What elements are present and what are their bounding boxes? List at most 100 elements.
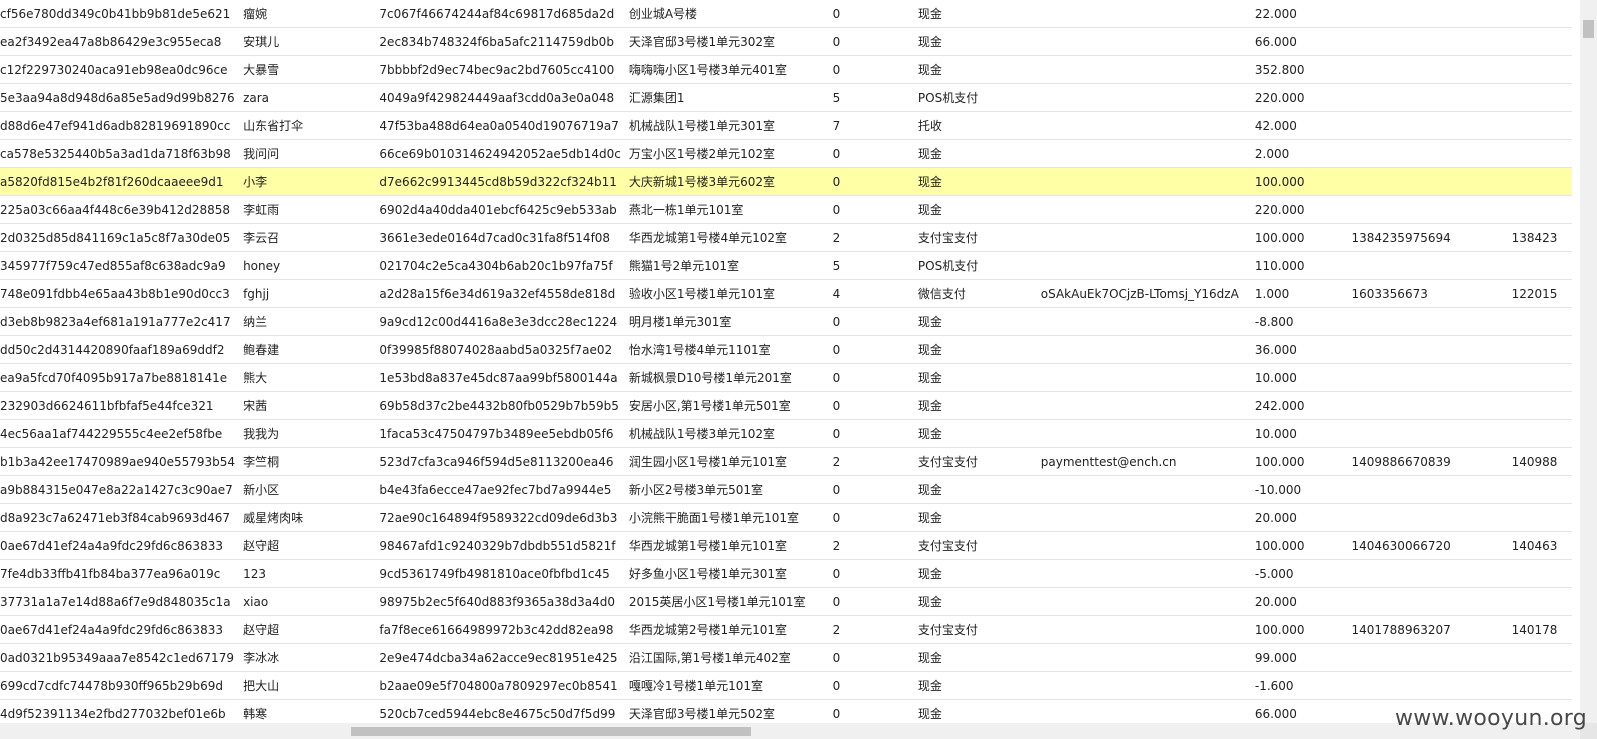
cell-id: 225a03c66aa4f448c6e39b412d28858	[0, 195, 236, 224]
table-row[interactable]: 748e091fdbb4e65aa43b8b1e90d0cc3 fghjj a2d2…	[0, 279, 1572, 308]
cell-flag: 0	[824, 643, 910, 672]
cell-flag: 7	[824, 111, 910, 140]
cell-flag: 5	[824, 251, 910, 280]
table-row[interactable]: 2d0325d85d841169c1a5c8f7a30de05 李云召 3661e3…	[0, 223, 1572, 252]
table-row[interactable]: b1b3a42ee17470989ae940e55793b54 李竺桐 523d7c…	[0, 447, 1572, 476]
table-row[interactable]: 0ae67d41ef24a4a9fdc29fd6c863833 赵守超 fa7f8e…	[0, 615, 1572, 644]
cell-id: b1b3a42ee17470989ae940e55793b54	[0, 447, 236, 476]
cell-name: xiao	[235, 587, 372, 616]
cell-payment: 现金	[909, 671, 1033, 700]
cell-token: 72ae90c164894f9589322cd09de6d3b3	[371, 503, 621, 532]
cell-id: a5820fd815e4b2f81f260dcaaeee9d1	[0, 167, 236, 196]
cell-flag: 0	[824, 167, 910, 196]
cell-id: 0ad0321b95349aaa7e8542c1ed67179	[0, 643, 236, 672]
table-row[interactable]: a5820fd815e4b2f81f260dcaaeee9d1 小李 d7e662c…	[0, 167, 1572, 196]
table-row[interactable]: d8a923c7a62471eb3f84cab9693d467 威星烤肉味 72ae…	[0, 503, 1572, 532]
cell-flag: 0	[824, 419, 910, 448]
horizontal-scrollbar-thumb[interactable]	[351, 727, 751, 736]
table-row[interactable]: c12f229730240aca91eb98ea0dc96ce 大暴雪 7bbbbf…	[0, 55, 1572, 84]
cell-address: 华西龙城第1号楼1单元101室	[620, 531, 825, 560]
cell-amount: 20.000	[1246, 503, 1344, 532]
cell-amount: 36.000	[1246, 335, 1344, 364]
cell-name: zara	[235, 83, 372, 112]
cell-amount: 242.000	[1246, 391, 1344, 420]
cell-payment: 现金	[909, 335, 1033, 364]
cell-address: 汇源集团1	[620, 83, 825, 112]
cell-address: 新城枫景D10号楼1单元201室	[620, 363, 825, 392]
table-row[interactable]: 0ae67d41ef24a4a9fdc29fd6c863833 赵守超 98467a…	[0, 531, 1572, 560]
cell-token: 9cd5361749fb4981810ace0fbfbd1c45	[371, 559, 621, 588]
cell-payment: 现金	[909, 587, 1033, 616]
cell-trade-no	[1343, 559, 1504, 588]
table-row[interactable]: 4ec56aa1af744229555c4ee2ef58fbe 我我为 1faca5…	[0, 419, 1572, 448]
cell-payment: 现金	[909, 643, 1033, 672]
cell-trade-no: 1401788963207	[1343, 615, 1504, 644]
cell-trade-no	[1343, 251, 1504, 280]
cell-name: 熊大	[235, 363, 372, 392]
cell-token: 2ec834b748324f6ba5afc2114759db0b	[371, 27, 621, 56]
cell-amount: 2.000	[1246, 139, 1344, 168]
cell-flag: 2	[824, 447, 910, 476]
cell-account	[1032, 55, 1247, 84]
cell-token: 2e9e474dcba34a62acce9ec81951e425	[371, 643, 621, 672]
cell-token: 47f53ba488d64ea0a0540d19076719a7	[371, 111, 621, 140]
cell-extra	[1503, 167, 1572, 196]
cell-token: 7c067f46674244af84c69817d685da2d	[371, 0, 621, 28]
table-row[interactable]: a9b884315e047e8a22a1427c3c90ae7 新小区 b4e43f…	[0, 475, 1572, 504]
cell-token: 021704c2e5ca4304b6ab20c1b97fa75f	[371, 251, 621, 280]
table-row[interactable]: 7fe4db33ffb41fb84ba377ea96a019c 123 9cd536…	[0, 559, 1572, 588]
cell-amount: 220.000	[1246, 195, 1344, 224]
cell-trade-no	[1343, 503, 1504, 532]
cell-trade-no: 1409886670839	[1343, 447, 1504, 476]
cell-account: paymenttest@ench.cn	[1032, 447, 1247, 476]
table-row[interactable]: 225a03c66aa4f448c6e39b412d28858 李虹雨 6902d4…	[0, 195, 1572, 224]
cell-flag: 5	[824, 83, 910, 112]
cell-address: 怡水湾1号楼4单元1101室	[620, 335, 825, 364]
cell-payment: POS机支付	[909, 83, 1033, 112]
cell-extra	[1503, 251, 1572, 280]
cell-name: 123	[235, 559, 372, 588]
cell-address: 天泽官邸3号楼1单元502室	[620, 699, 825, 723]
cell-account	[1032, 195, 1247, 224]
vertical-scrollbar-thumb[interactable]	[1583, 20, 1594, 38]
cell-id: c12f229730240aca91eb98ea0dc96ce	[0, 55, 236, 84]
cell-address: 华西龙城第2号楼1单元101室	[620, 615, 825, 644]
cell-name: 我我为	[235, 419, 372, 448]
cell-extra	[1503, 363, 1572, 392]
cell-flag: 0	[824, 307, 910, 336]
table-row[interactable]: 345977f759c47ed855af8c638adc9a9 honey 0217…	[0, 251, 1572, 280]
cell-token: 4049a9f429824449aaf3cdd0a3e0a048	[371, 83, 621, 112]
table-row[interactable]: 37731a1a7e14d88a6f7e9d848035c1a xiao 98975…	[0, 587, 1572, 616]
table-row[interactable]: 4d9f52391134e2fbd277032bef01e6b 韩寒 520cb7c…	[0, 699, 1572, 723]
vertical-scrollbar[interactable]	[1580, 0, 1597, 723]
cell-flag: 0	[824, 27, 910, 56]
cell-id: d8a923c7a62471eb3f84cab9693d467	[0, 503, 236, 532]
horizontal-scrollbar[interactable]	[0, 723, 1580, 739]
table-row[interactable]: 232903d6624611bfbfaf5e44fce321 宋茜 69b58d37…	[0, 391, 1572, 420]
cell-name: 李竺桐	[235, 447, 372, 476]
cell-token: 98467afd1c9240329b7dbdb551d5821f	[371, 531, 621, 560]
table-row[interactable]: d3eb8b9823a4ef681a191a777e2c417 纳兰 9a9cd12…	[0, 307, 1572, 336]
table-row[interactable]: cf56e780dd349c0b41bb9b81de5e621 瘤婉 7c067f4…	[0, 0, 1572, 28]
table-row[interactable]: 0ad0321b95349aaa7e8542c1ed67179 李冰冰 2e9e47…	[0, 643, 1572, 672]
cell-trade-no	[1343, 111, 1504, 140]
cell-trade-no: 1603356673	[1343, 279, 1504, 308]
cell-trade-no	[1343, 671, 1504, 700]
cell-account	[1032, 587, 1247, 616]
cell-name: honey	[235, 251, 372, 280]
table-row[interactable]: dd50c2d4314420890faaf189a69ddf2 鲍春建 0f3998…	[0, 335, 1572, 364]
table-row[interactable]: ea2f3492ea47a8b86429e3c955eca8 安琪儿 2ec834b…	[0, 27, 1572, 56]
cell-address: 好多鱼小区1号楼1单元301室	[620, 559, 825, 588]
table-row[interactable]: ca578e5325440b5a3ad1da718f63b98 我问问 66ce69…	[0, 139, 1572, 168]
cell-trade-no	[1343, 27, 1504, 56]
table-row[interactable]: 699cd7cdfc74478b930ff965b29b69d 把大山 b2aae0…	[0, 671, 1572, 700]
cell-amount: -5.000	[1246, 559, 1344, 588]
cell-address: 天泽官邸3号楼1单元302室	[620, 27, 825, 56]
cell-account	[1032, 251, 1247, 280]
table-row[interactable]: ea9a5fcd70f4095b917a7be8818141e 熊大 1e53bd8…	[0, 363, 1572, 392]
table-row[interactable]: d88d6e47ef941d6adb82819691890cc 山东省打伞 47f5…	[0, 111, 1572, 140]
table-row[interactable]: 5e3aa94a8d948d6a85e5ad9d99b8276 zara 4049a…	[0, 83, 1572, 112]
cell-address: 润生园小区1号楼1单元101室	[620, 447, 825, 476]
cell-name: 大暴雪	[235, 55, 372, 84]
cell-account	[1032, 503, 1247, 532]
